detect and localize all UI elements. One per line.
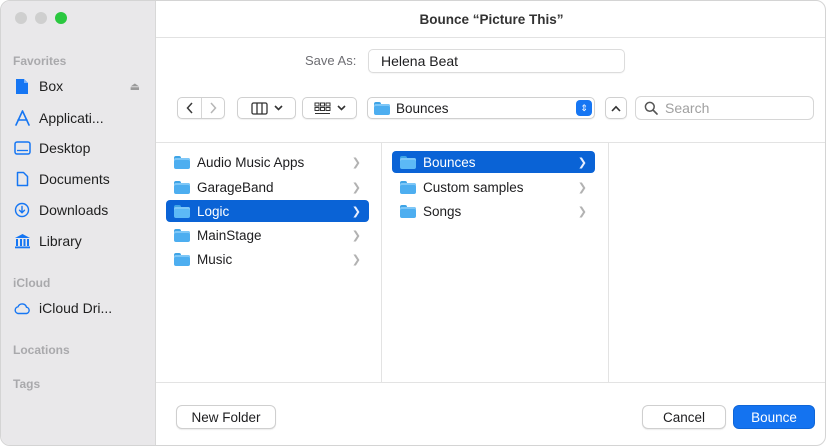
group-by-button[interactable] bbox=[302, 97, 357, 119]
folder-label: Music bbox=[197, 251, 233, 267]
traffic-lights bbox=[15, 12, 67, 24]
download-icon bbox=[13, 201, 31, 219]
sidebar-item-label: Documents bbox=[39, 171, 110, 187]
forward-button[interactable] bbox=[201, 98, 224, 118]
save-dialog: Favorites Box ⏏ Applicati... Desktop Doc… bbox=[0, 0, 826, 446]
back-button[interactable] bbox=[178, 98, 201, 118]
chevron-right-icon: ❯ bbox=[577, 156, 587, 169]
column-browser: Audio Music Apps ❯ GarageBand ❯ Logic ❯ … bbox=[156, 142, 825, 383]
list-item-selected[interactable]: Logic ❯ bbox=[166, 200, 369, 222]
folder-icon bbox=[374, 101, 390, 115]
chevron-right-icon: ❯ bbox=[577, 205, 587, 218]
sidebar: Favorites Box ⏏ Applicati... Desktop Doc… bbox=[1, 1, 156, 445]
folder-icon bbox=[174, 155, 190, 169]
list-item[interactable]: Custom samples ❯ bbox=[392, 176, 595, 198]
folder-label: Audio Music Apps bbox=[197, 154, 305, 170]
sidebar-item-documents[interactable]: Documents bbox=[13, 166, 148, 192]
chevron-left-icon bbox=[185, 102, 193, 114]
cancel-button[interactable]: Cancel bbox=[642, 405, 726, 429]
chevron-right-icon bbox=[210, 102, 217, 114]
sidebar-item-icloud-drive[interactable]: iCloud Dri... bbox=[13, 295, 148, 321]
folder-icon bbox=[400, 204, 416, 218]
cloud-icon bbox=[13, 299, 31, 317]
sidebar-item-applications[interactable]: Applicati... bbox=[13, 105, 148, 131]
folder-icon bbox=[400, 155, 416, 169]
window-title: Bounce “Picture This” bbox=[156, 1, 825, 38]
list-item[interactable]: Songs ❯ bbox=[392, 200, 595, 222]
sidebar-item-desktop[interactable]: Desktop bbox=[13, 135, 148, 161]
folder-label: Songs bbox=[423, 203, 462, 219]
search-placeholder: Search bbox=[665, 100, 710, 116]
chevron-right-icon: ❯ bbox=[351, 205, 361, 218]
sidebar-item-label: Desktop bbox=[39, 140, 91, 156]
sidebar-item-label: Applicati... bbox=[39, 110, 104, 126]
close-window-button[interactable] bbox=[15, 12, 27, 24]
chevron-down-icon bbox=[273, 105, 283, 111]
sidebar-item-library[interactable]: Library bbox=[13, 228, 148, 254]
folder-icon bbox=[174, 180, 190, 194]
sidebar-section-favorites: Favorites bbox=[13, 54, 67, 68]
folder-label: GarageBand bbox=[197, 179, 274, 195]
minimize-window-button[interactable] bbox=[35, 12, 47, 24]
save-as-label: Save As: bbox=[305, 53, 357, 68]
folder-label: Custom samples bbox=[423, 179, 524, 195]
folder-label: Bounces bbox=[423, 154, 476, 170]
applications-icon bbox=[13, 109, 31, 127]
sidebar-section-tags: Tags bbox=[13, 377, 41, 391]
folder-icon bbox=[174, 252, 190, 266]
chevron-down-icon bbox=[336, 105, 346, 111]
eject-icon[interactable]: ⏏ bbox=[130, 80, 140, 93]
zoom-window-button[interactable] bbox=[55, 12, 67, 24]
folder-icon bbox=[400, 180, 416, 194]
columns-view-icon bbox=[250, 101, 268, 115]
sidebar-item-label: Box bbox=[39, 78, 64, 94]
document-icon bbox=[13, 170, 31, 188]
chevron-right-icon: ❯ bbox=[351, 156, 361, 169]
sidebar-item-label: Library bbox=[39, 233, 82, 249]
sidebar-section-locations: Locations bbox=[13, 343, 70, 357]
sidebar-item-label: iCloud Dri... bbox=[39, 300, 113, 316]
list-item[interactable]: Music ❯ bbox=[166, 248, 369, 270]
search-field[interactable]: Search bbox=[635, 96, 814, 120]
sidebar-item-downloads[interactable]: Downloads bbox=[13, 197, 148, 223]
library-icon bbox=[13, 232, 31, 250]
sidebar-item-label: Downloads bbox=[39, 202, 109, 218]
file-icon bbox=[13, 77, 31, 95]
grid-icon bbox=[314, 102, 330, 114]
list-item[interactable]: GarageBand ❯ bbox=[166, 176, 369, 198]
sidebar-section-icloud: iCloud bbox=[13, 276, 51, 290]
browser-column-1: Audio Music Apps ❯ GarageBand ❯ Logic ❯ … bbox=[156, 143, 382, 382]
chevron-up-icon bbox=[611, 105, 621, 112]
browser-column-2: Bounces ❯ Custom samples ❯ Songs ❯ bbox=[382, 143, 609, 382]
list-item[interactable]: Audio Music Apps ❯ bbox=[166, 151, 369, 173]
new-folder-button[interactable]: New Folder bbox=[176, 405, 276, 429]
folder-label: Logic bbox=[197, 203, 230, 219]
folder-label: MainStage bbox=[197, 227, 262, 243]
desktop-icon bbox=[13, 139, 31, 157]
sidebar-item-box[interactable]: Box ⏏ bbox=[13, 73, 148, 99]
bounce-button[interactable]: Bounce bbox=[733, 405, 815, 429]
chevron-right-icon: ❯ bbox=[351, 253, 361, 266]
location-popup[interactable]: Bounces ⇕ bbox=[367, 97, 595, 119]
view-mode-button[interactable] bbox=[237, 97, 296, 119]
folder-icon bbox=[174, 228, 190, 242]
chevron-right-icon: ❯ bbox=[577, 181, 587, 194]
collapse-button[interactable] bbox=[605, 97, 627, 119]
back-forward-control bbox=[177, 97, 225, 119]
up-down-stepper-icon: ⇕ bbox=[576, 100, 592, 116]
list-item[interactable]: MainStage ❯ bbox=[166, 224, 369, 246]
location-label: Bounces bbox=[396, 100, 449, 116]
search-icon bbox=[644, 101, 658, 115]
save-as-input[interactable]: Helena Beat bbox=[368, 49, 625, 73]
chevron-right-icon: ❯ bbox=[351, 181, 361, 194]
folder-icon bbox=[174, 204, 190, 218]
list-item-selected[interactable]: Bounces ❯ bbox=[392, 151, 595, 173]
chevron-right-icon: ❯ bbox=[351, 229, 361, 242]
